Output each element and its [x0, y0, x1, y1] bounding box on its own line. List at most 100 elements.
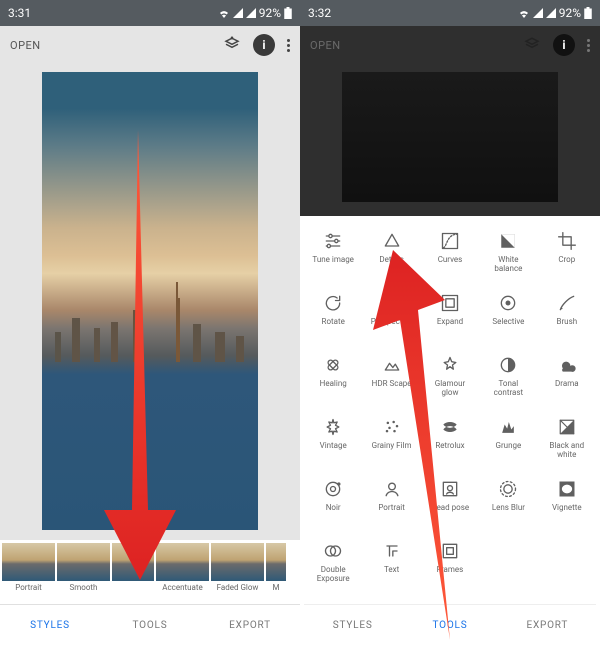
style-thumb-pop[interactable]: [112, 543, 154, 581]
app-bar: OPEN i: [300, 26, 600, 64]
vignette-icon: [556, 478, 578, 500]
screen-right: 3:32 92% OPEN i Tune image: [300, 0, 600, 646]
tool-double[interactable]: Double Exposure: [305, 540, 361, 584]
tool-vignette[interactable]: Vignette: [539, 478, 595, 513]
text-icon: [381, 540, 403, 562]
selective-icon: [497, 292, 519, 314]
tab-export[interactable]: EXPORT: [499, 605, 596, 646]
style-thumb-accentuate[interactable]: Accentuate: [156, 543, 209, 592]
signal-icon: [533, 8, 543, 18]
info-icon[interactable]: i: [253, 34, 275, 56]
tool-wb[interactable]: White balance: [480, 230, 536, 274]
tool-perspective[interactable]: Perspective: [364, 292, 420, 327]
tool-label: Grunge: [496, 442, 522, 451]
tool-label: White balance: [494, 256, 522, 274]
crop-icon: [556, 230, 578, 252]
stack-icon[interactable]: [523, 36, 541, 54]
tool-label: Double Exposure: [317, 566, 350, 584]
style-thumb-fadedglow[interactable]: Faded Glow: [211, 543, 264, 592]
more-icon[interactable]: [287, 39, 290, 52]
tool-label: Retrolux: [435, 442, 464, 451]
tools-grid: Tune image Details Curves White balance …: [304, 230, 596, 604]
style-strip[interactable]: Portrait Smooth Accentuate Faded Glow M: [0, 540, 300, 604]
retro-icon: [439, 416, 461, 438]
tool-curves[interactable]: Curves: [422, 230, 478, 265]
tool-label: Expand: [437, 318, 463, 327]
tool-tune[interactable]: Tune image: [305, 230, 361, 265]
tool-label: Tune image: [312, 256, 354, 265]
portrait-icon: [381, 478, 403, 500]
tool-label: Curves: [438, 256, 463, 265]
tool-grunge[interactable]: Grunge: [480, 416, 536, 451]
status-time: 3:31: [8, 6, 31, 20]
tune-icon: [322, 230, 344, 252]
tool-crop[interactable]: Crop: [539, 230, 595, 265]
canvas-area[interactable]: [0, 64, 300, 540]
tool-label: Noir: [326, 504, 341, 513]
tool-portrait[interactable]: Portrait: [364, 478, 420, 513]
tool-tonal[interactable]: Tonal contrast: [480, 354, 536, 398]
tool-label: Drama: [555, 380, 579, 389]
tool-text[interactable]: Text: [364, 540, 420, 575]
tool-label: Tonal contrast: [494, 380, 523, 398]
tool-grain[interactable]: Grainy Film: [364, 416, 420, 451]
open-button[interactable]: OPEN: [310, 39, 341, 52]
battery-text: 92%: [259, 6, 281, 20]
status-icons: 92%: [218, 6, 292, 20]
tool-glow[interactable]: Glamour glow: [422, 354, 478, 398]
tool-healing[interactable]: Healing: [305, 354, 361, 389]
tool-drama[interactable]: Drama: [539, 354, 595, 389]
style-thumb-more[interactable]: M: [266, 543, 286, 592]
open-button[interactable]: OPEN: [10, 39, 41, 52]
style-label: Faded Glow: [217, 583, 259, 592]
tab-export[interactable]: EXPORT: [200, 605, 300, 646]
blur-icon: [497, 478, 519, 500]
tab-styles[interactable]: STYLES: [304, 605, 401, 646]
grunge-icon: [497, 416, 519, 438]
tool-retro[interactable]: Retrolux: [422, 416, 478, 451]
wifi-icon: [518, 8, 530, 18]
tool-label: Vintage: [320, 442, 347, 451]
signal-icon: [233, 8, 243, 18]
tool-blur[interactable]: Lens Blur: [480, 478, 536, 513]
tool-label: Selective: [492, 318, 524, 327]
tab-styles[interactable]: STYLES: [0, 605, 100, 646]
tool-details[interactable]: Details: [364, 230, 420, 265]
tool-expand[interactable]: Expand: [422, 292, 478, 327]
bottom-tabs: STYLES TOOLS EXPORT: [0, 604, 300, 646]
tool-selective[interactable]: Selective: [480, 292, 536, 327]
tab-tools[interactable]: TOOLS: [401, 605, 498, 646]
tool-label: Head pose: [431, 504, 469, 513]
tool-vintage[interactable]: Vintage: [305, 416, 361, 451]
tab-tools[interactable]: TOOLS: [100, 605, 200, 646]
tool-label: Lens Blur: [492, 504, 525, 513]
signal-icon: [246, 8, 256, 18]
style-thumb-portrait[interactable]: Portrait: [2, 543, 55, 592]
info-icon[interactable]: i: [553, 34, 575, 56]
more-icon[interactable]: [587, 39, 590, 52]
tool-label: Brush: [556, 318, 577, 327]
tool-rotate[interactable]: Rotate: [305, 292, 361, 327]
glow-icon: [439, 354, 461, 376]
stack-icon[interactable]: [223, 36, 241, 54]
noir-icon: [322, 478, 344, 500]
grain-icon: [381, 416, 403, 438]
tools-sheet: Tune image Details Curves White balance …: [300, 216, 600, 646]
vintage-icon: [322, 416, 344, 438]
tool-frames[interactable]: Frames: [422, 540, 478, 575]
battery-text: 92%: [559, 6, 581, 20]
style-thumb-smooth[interactable]: Smooth: [57, 543, 110, 592]
healing-icon: [322, 354, 344, 376]
tool-hdr[interactable]: HDR Scape: [364, 354, 420, 389]
app-bar: OPEN i: [0, 26, 300, 64]
status-bar: 3:31 92%: [0, 0, 300, 26]
signal-icon: [546, 8, 556, 18]
status-bar: 3:32 92%: [300, 0, 600, 26]
wifi-icon: [218, 8, 230, 18]
expand-icon: [439, 292, 461, 314]
bw-icon: [556, 416, 578, 438]
tool-bw[interactable]: Black and white: [539, 416, 595, 460]
tool-head[interactable]: Head pose: [422, 478, 478, 513]
tool-brush[interactable]: Brush: [539, 292, 595, 327]
tool-noir[interactable]: Noir: [305, 478, 361, 513]
